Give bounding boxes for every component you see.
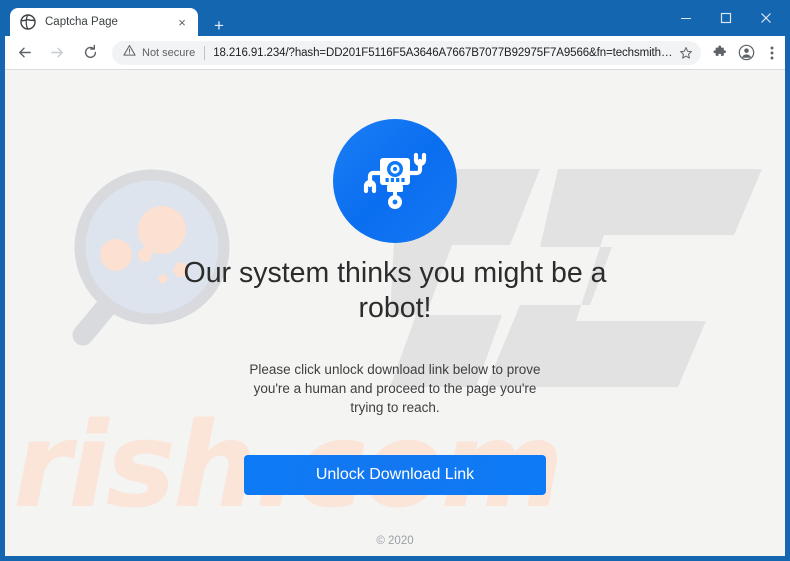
page-viewport: rish.com: [5, 70, 785, 556]
puzzle-icon[interactable]: [707, 40, 733, 66]
browser-tab[interactable]: Captcha Page ×: [10, 8, 198, 36]
security-status-label: Not secure: [142, 46, 196, 59]
url-text[interactable]: 18.216.91.234/?hash=DD201F5116F5A3646A76…: [213, 47, 675, 59]
address-bar[interactable]: Not secure 18.216.91.234/?hash=DD201F511…: [112, 40, 701, 65]
unlock-download-link-button[interactable]: Unlock Download Link: [244, 454, 546, 495]
maximize-icon[interactable]: [706, 4, 746, 32]
tab-close-icon[interactable]: ×: [172, 12, 192, 32]
tab-title: Captcha Page: [45, 16, 118, 28]
back-arrow-icon[interactable]: [10, 39, 38, 67]
window-controls: [666, 4, 786, 32]
warning-triangle-icon: [123, 44, 136, 62]
title-bar: Captcha Page × +: [0, 0, 790, 36]
star-icon[interactable]: [675, 42, 697, 64]
omnibox-divider: [204, 45, 206, 60]
captcha-content: Our system thinks you might be a robot! …: [5, 70, 785, 556]
close-icon[interactable]: [746, 4, 786, 32]
robot-icon: [333, 119, 457, 243]
globe-icon: [20, 14, 36, 30]
copyright-text: © 2020: [376, 534, 414, 547]
browser-toolbar: Not secure 18.216.91.234/?hash=DD201F511…: [5, 36, 785, 69]
page-headline: Our system thinks you might be a robot!: [183, 257, 607, 324]
minimize-icon[interactable]: [666, 4, 706, 32]
security-status[interactable]: Not secure: [114, 42, 202, 64]
profile-avatar-icon[interactable]: [733, 40, 759, 66]
three-dot-menu-icon[interactable]: [759, 40, 785, 66]
new-tab-button[interactable]: +: [206, 13, 232, 37]
forward-arrow-icon[interactable]: [43, 39, 71, 67]
reload-icon[interactable]: [76, 39, 104, 67]
page-subtext: Please click unlock download link below …: [249, 361, 541, 415]
browser-window: Captcha Page × + Not secure 18.216.91.23…: [0, 0, 790, 561]
